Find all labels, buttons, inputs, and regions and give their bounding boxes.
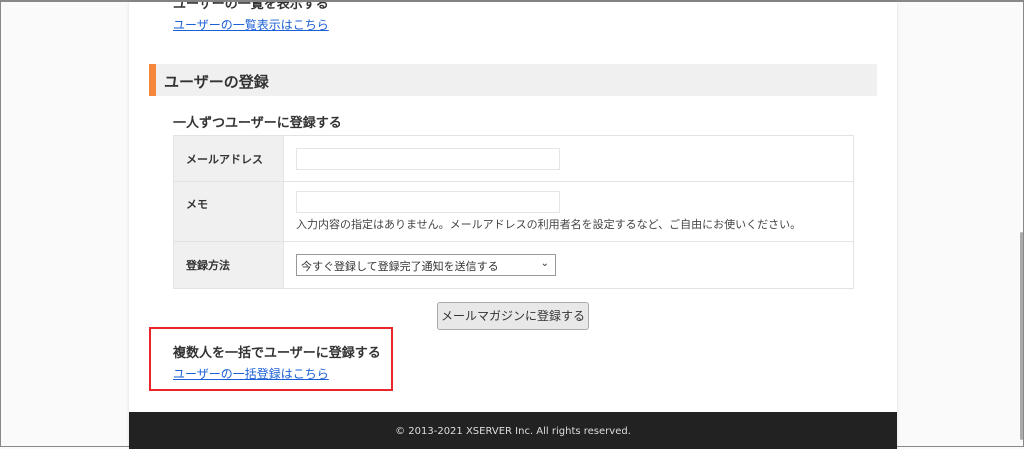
section-header: ユーザーの登録 xyxy=(149,64,877,96)
footer: © 2013-2021 XSERVER Inc. All rights rese… xyxy=(129,412,897,449)
partial-heading: ユーザーの一覧を表示する xyxy=(173,2,329,12)
email-input[interactable] xyxy=(296,147,560,170)
single-register-heading: 一人ずつユーザーに登録する xyxy=(173,116,342,131)
memo-label: メモ xyxy=(173,181,284,242)
memo-note: 入力内容の指定はありません。メールアドレスの利用者名を設定するなど、ご自由にお使… xyxy=(296,218,802,231)
section-title: ユーザーの登録 xyxy=(164,73,269,91)
method-selected: 今すぐ登録して登録完了通知を送信する xyxy=(301,260,499,273)
bulk-register-heading: 複数人を一括でユーザーに登録する xyxy=(173,346,381,361)
register-button[interactable]: メールマガジンに登録する xyxy=(437,302,589,330)
register-form: メールアドレス メモ 入力内容の指定はありません。メールアドレスの利用者名を設定… xyxy=(173,135,854,289)
bulk-register-link[interactable]: ユーザーの一括登録はこちら xyxy=(173,365,329,382)
scrollbar[interactable] xyxy=(1020,232,1023,440)
user-list-link[interactable]: ユーザーの一覧表示はこちら xyxy=(173,16,329,33)
chevron-down-icon: ⌄ xyxy=(540,258,549,269)
memo-input[interactable] xyxy=(296,191,560,213)
method-label: 登録方法 xyxy=(173,241,284,289)
email-label: メールアドレス xyxy=(173,135,284,182)
method-select[interactable]: 今すぐ登録して登録完了通知を送信する ⌄ xyxy=(296,254,556,276)
main-content: ユーザーの一覧を表示する ユーザーの一覧表示はこちら ユーザーの登録 一人ずつユ… xyxy=(129,2,897,449)
